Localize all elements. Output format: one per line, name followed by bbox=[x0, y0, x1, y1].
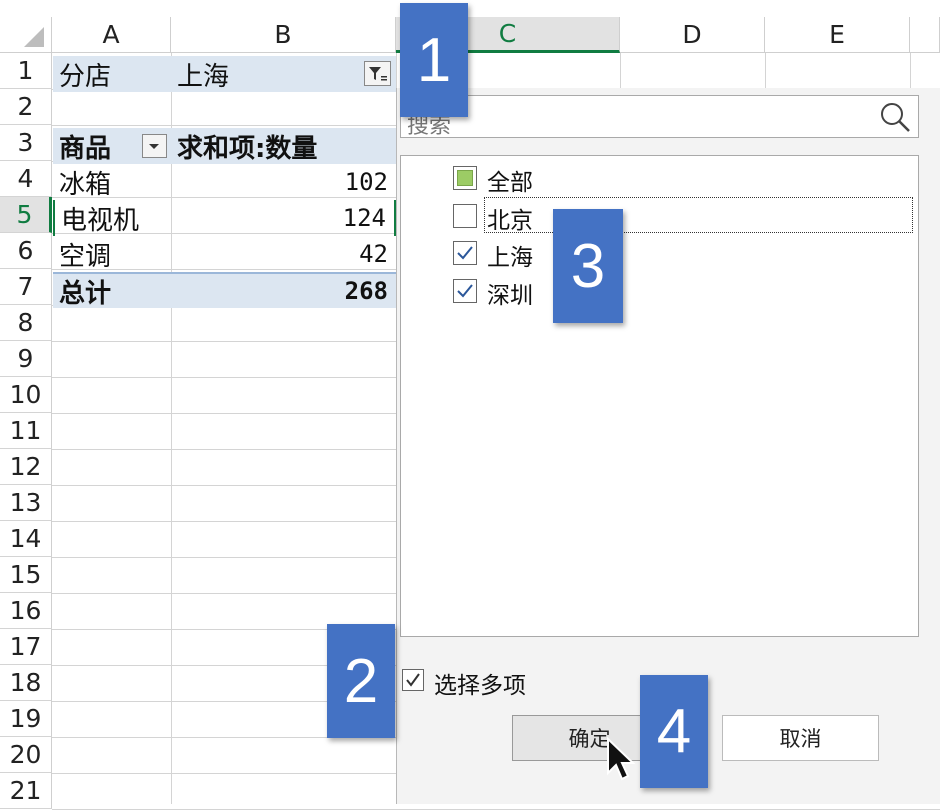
column-header-b[interactable]: B bbox=[171, 17, 396, 53]
column-header-f[interactable] bbox=[910, 17, 940, 53]
pivot-item-value: 42 bbox=[359, 240, 388, 268]
search-input[interactable]: 搜索 bbox=[400, 95, 919, 138]
cancel-button-label: 取消 bbox=[779, 727, 822, 751]
pivot-item-value: 124 bbox=[171, 200, 396, 236]
checkmark-icon bbox=[457, 246, 473, 260]
row-header-11[interactable]: 11 bbox=[0, 413, 52, 449]
select-multiple-label[interactable]: 选择多项 bbox=[434, 666, 526, 700]
filter-dropdown-button[interactable] bbox=[364, 61, 391, 86]
step-badge-3: 3 bbox=[553, 209, 623, 323]
search-icon[interactable] bbox=[878, 100, 912, 134]
row-header-15[interactable]: 15 bbox=[0, 557, 52, 593]
pivot-item-value: 102 bbox=[344, 168, 388, 196]
row-header-17[interactable]: 17 bbox=[0, 629, 52, 665]
row-header-6[interactable]: 6 bbox=[0, 233, 52, 269]
row-header-14[interactable]: 14 bbox=[0, 521, 52, 557]
select-all-triangle-icon bbox=[24, 27, 44, 47]
row-header-2[interactable]: 2 bbox=[0, 89, 52, 125]
row-header-7[interactable]: 7 bbox=[0, 269, 52, 305]
pivot-header-sum: 求和项:数量 bbox=[171, 128, 396, 164]
partial-check-icon bbox=[457, 170, 473, 186]
option-label: 上海 bbox=[487, 245, 533, 271]
select-all-corner[interactable] bbox=[0, 17, 52, 53]
cancel-button[interactable]: 取消 bbox=[722, 715, 879, 761]
pivot-item-name: 冰箱 bbox=[59, 169, 112, 200]
row-header-19[interactable]: 19 bbox=[0, 701, 52, 737]
row-header-10[interactable]: 10 bbox=[0, 377, 52, 413]
row-header-16[interactable]: 16 bbox=[0, 593, 52, 629]
chevron-down-icon bbox=[149, 144, 159, 149]
column-header-a[interactable]: A bbox=[52, 17, 171, 53]
focused-option-outline bbox=[484, 197, 913, 233]
row-header-9[interactable]: 9 bbox=[0, 341, 52, 377]
pivot-item-name: 电视机 bbox=[53, 200, 171, 236]
option-label[interactable]: 北京 bbox=[487, 201, 533, 235]
checkbox-shanghai[interactable] bbox=[453, 241, 477, 265]
filter-icon bbox=[369, 67, 387, 81]
pivot-total-value: 268 bbox=[171, 272, 396, 308]
step-badge-4: 4 bbox=[640, 675, 708, 788]
step-badge-2: 2 bbox=[327, 624, 395, 738]
row-header-12[interactable]: 12 bbox=[0, 449, 52, 485]
row-header-18[interactable]: 18 bbox=[0, 665, 52, 701]
row-header-20[interactable]: 20 bbox=[0, 737, 52, 773]
step-badge-1: 1 bbox=[400, 3, 468, 117]
column-header-e[interactable]: E bbox=[765, 17, 910, 53]
option-label: 深圳 bbox=[487, 283, 533, 309]
mouse-pointer-icon bbox=[607, 737, 636, 781]
select-multiple-checkbox[interactable] bbox=[402, 669, 424, 691]
pivot-total-label: 总计 bbox=[53, 272, 171, 309]
product-dropdown-button[interactable] bbox=[142, 134, 167, 158]
checkbox-beijing[interactable] bbox=[453, 204, 477, 228]
checkbox-shenzhen[interactable] bbox=[453, 279, 477, 303]
checkbox-all[interactable] bbox=[453, 166, 477, 190]
row-header-1[interactable]: 1 bbox=[0, 53, 52, 89]
row-header-3[interactable]: 3 bbox=[0, 125, 52, 161]
pivot-filter-value: 上海 bbox=[171, 56, 396, 92]
checkmark-icon bbox=[457, 284, 473, 298]
row-header-13[interactable]: 13 bbox=[0, 485, 52, 521]
pivot-filter-label: 分店 bbox=[53, 56, 171, 92]
row-header-8[interactable]: 8 bbox=[0, 305, 52, 341]
column-header-d[interactable]: D bbox=[620, 17, 765, 53]
option-label: 全部 bbox=[487, 170, 533, 196]
checkmark-icon bbox=[406, 673, 420, 687]
row-header-5[interactable]: 5 bbox=[0, 197, 52, 233]
row-header-4[interactable]: 4 bbox=[0, 161, 52, 197]
pivot-item-name: 空调 bbox=[59, 241, 112, 272]
